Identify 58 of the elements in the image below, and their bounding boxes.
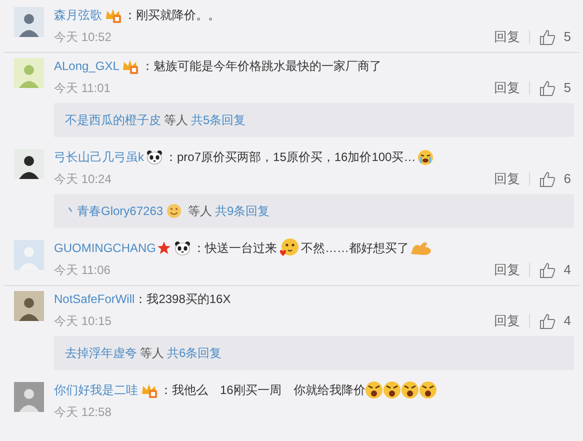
thumbs-up-icon: [538, 28, 556, 46]
panda-icon: [174, 240, 191, 256]
timestamp: 今天 11:01: [54, 80, 110, 97]
replies-text: 等人: [140, 345, 164, 362]
crown-badge-icon: [121, 58, 140, 74]
comment-text: ：pro7原价买两部，15原价买，16加价100买…: [165, 149, 416, 166]
timestamp: 今天 10:52: [54, 29, 112, 46]
reply-button[interactable]: 回复: [494, 172, 530, 186]
comment-text: ：刚买就降价。。: [124, 7, 220, 24]
timestamp: 今天 12:58: [54, 404, 112, 421]
thumbs-up-icon: [538, 80, 556, 96]
reply-button[interactable]: 回复: [494, 314, 530, 328]
comment-text: ：快送一台过来: [193, 240, 277, 257]
comment-text: 不然……都好想买了: [301, 240, 409, 257]
username-link[interactable]: 弓长山己几弓虽k: [54, 148, 144, 166]
username-link[interactable]: NotSafeForWill: [54, 290, 135, 308]
flexed-arm-icon: [410, 240, 432, 256]
smile-emoji-icon: [166, 203, 182, 219]
replies-text: 等人: [164, 112, 188, 129]
kiss-emoji-icon: [278, 238, 300, 258]
replies-text: 等人: [188, 203, 212, 220]
comment-text: ：我2398买的16X: [134, 291, 231, 308]
timestamp: 今天 10:24: [54, 171, 112, 188]
angry-emoji-icon: [383, 381, 402, 399]
replier-link[interactable]: 去掉浮年虚夸: [65, 344, 137, 362]
angry-emoji-icon: [419, 381, 438, 399]
reply-button[interactable]: 回复: [494, 81, 530, 95]
username-link[interactable]: 你们好我是二哇: [54, 381, 138, 399]
like-count: 5: [564, 28, 571, 46]
like-count: 4: [564, 312, 571, 330]
like-count: 4: [564, 261, 571, 280]
thumbs-up-icon: [538, 262, 556, 278]
timestamp: 今天 10:15: [54, 313, 112, 330]
replier-link[interactable]: 不是西瓜的橙子皮: [65, 111, 161, 129]
comment-text: ：我他么 16刚买一周 你就给我降价: [160, 382, 366, 399]
crown-badge-icon: [104, 7, 122, 23]
angry-emoji-icon: [401, 381, 420, 399]
username-link[interactable]: 森月弦歌: [54, 6, 102, 24]
reply-count-link[interactable]: 共5条回复: [191, 111, 246, 129]
star-icon: [157, 241, 171, 255]
avatar[interactable]: [14, 149, 44, 179]
panda-icon: [146, 149, 163, 165]
reply-count-link[interactable]: 共9条回复: [215, 202, 270, 220]
like-count: 6: [564, 170, 571, 188]
username-link[interactable]: ALong_GXL: [54, 57, 120, 75]
reply-button[interactable]: 回复: [494, 30, 530, 44]
reply-count-link[interactable]: 共6条回复: [167, 344, 222, 362]
like-count: 5: [564, 79, 571, 98]
reply-button[interactable]: 回复: [494, 263, 530, 277]
crown-badge-icon: [140, 382, 158, 398]
replier-link[interactable]: 丶青春Glory67263: [65, 202, 164, 220]
thumbs-up-icon: [538, 312, 556, 330]
timestamp: 今天 11:06: [54, 262, 110, 279]
angry-emoji-icon: [365, 381, 384, 399]
thumbs-up-icon: [538, 170, 556, 188]
username-link[interactable]: GUOMINGCHANG: [54, 239, 156, 257]
crying-emoji-icon: [416, 148, 434, 166]
comment-text: ：魅族可能是今年价格跳水最快的一家厂商了: [141, 58, 382, 75]
